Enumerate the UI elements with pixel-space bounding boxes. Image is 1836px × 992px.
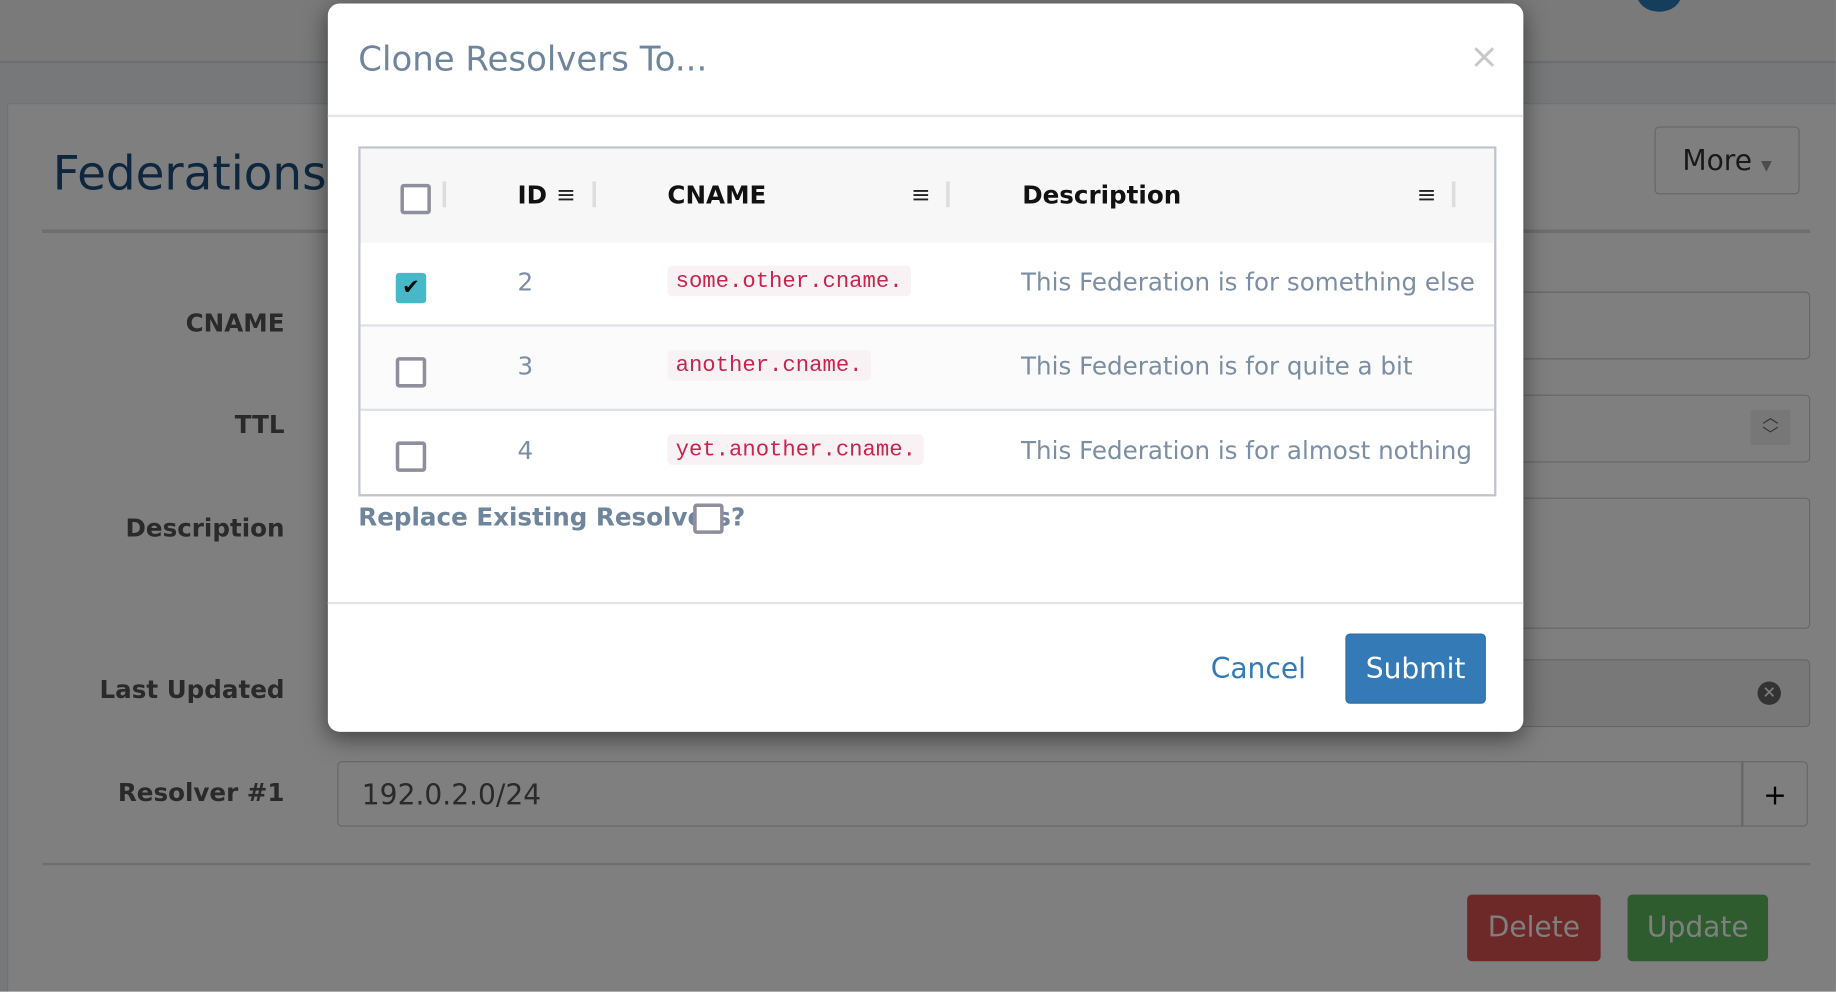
row-id: 2 bbox=[517, 268, 534, 297]
row-cname: yet.another.cname. bbox=[667, 434, 925, 465]
replace-label: Replace Existing Resolvers? bbox=[358, 503, 746, 532]
column-menu-icon[interactable]: ≡ bbox=[1417, 180, 1437, 208]
close-icon[interactable]: × bbox=[1469, 36, 1498, 77]
row-description: This Federation is for quite a bit bbox=[1021, 352, 1413, 381]
row-cname: some.other.cname. bbox=[667, 265, 911, 297]
page: Federations More ▼ CNAME TTL ︿﹀ Descript… bbox=[0, 0, 1836, 992]
column-separator[interactable] bbox=[946, 181, 950, 208]
row-checkbox[interactable] bbox=[395, 441, 427, 472]
table-row[interactable]: 4 yet.another.cname. This Federation is … bbox=[360, 410, 1495, 493]
row-checkbox[interactable] bbox=[395, 357, 427, 388]
row-description: This Federation is for something else bbox=[1021, 268, 1475, 297]
grid-header: ID ≡ CNAME ≡ Description ≡ bbox=[360, 148, 1495, 245]
row-id: 4 bbox=[517, 436, 534, 465]
replace-existing-checkbox[interactable] bbox=[693, 503, 724, 534]
divider bbox=[327, 601, 1524, 605]
column-separator[interactable] bbox=[1451, 181, 1456, 208]
column-header-cname[interactable]: CNAME bbox=[667, 181, 766, 209]
row-id: 3 bbox=[517, 352, 534, 381]
submit-button[interactable]: Submit bbox=[1345, 633, 1486, 704]
cancel-button[interactable]: Cancel bbox=[1211, 652, 1306, 685]
row-cname: another.cname. bbox=[667, 350, 871, 381]
divider bbox=[327, 114, 1524, 118]
table-row[interactable]: ✔ 2 some.other.cname. This Federation is… bbox=[360, 242, 1495, 327]
row-checkbox-checked[interactable]: ✔ bbox=[395, 272, 427, 304]
column-separator[interactable] bbox=[442, 181, 447, 208]
row-description: This Federation is for almost nothing bbox=[1021, 436, 1472, 465]
federations-grid: ID ≡ CNAME ≡ Description ≡ ✔ 2 some.othe… bbox=[358, 146, 1497, 497]
column-menu-icon[interactable]: ≡ bbox=[911, 180, 931, 208]
modal-title: Clone Resolvers To... bbox=[358, 38, 708, 79]
column-separator[interactable] bbox=[592, 181, 596, 208]
clone-resolvers-modal: Clone Resolvers To... × ID ≡ CNAME ≡ Des… bbox=[327, 3, 1524, 732]
table-row[interactable]: 3 another.cname. This Federation is for … bbox=[360, 326, 1495, 411]
select-all-checkbox[interactable] bbox=[400, 183, 431, 215]
column-header-description[interactable]: Description bbox=[1022, 181, 1181, 209]
column-menu-icon[interactable]: ≡ bbox=[556, 180, 576, 208]
column-header-id[interactable]: ID bbox=[518, 181, 548, 209]
